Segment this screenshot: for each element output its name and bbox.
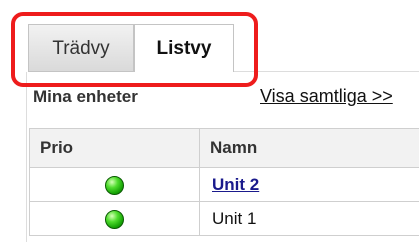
unit-link[interactable]: Unit 2	[212, 175, 259, 194]
name-cell: Unit 1	[199, 201, 419, 236]
prio-cell	[29, 201, 200, 236]
panel-top-border	[234, 71, 419, 72]
status-green-icon	[105, 209, 124, 229]
prio-cell	[29, 167, 200, 202]
section-title: Mina enheter	[33, 87, 138, 106]
column-header-prio[interactable]: Prio	[29, 128, 200, 168]
name-cell: Unit 2	[199, 167, 419, 202]
unit-name: Unit 1	[212, 208, 257, 228]
highlight-outline	[11, 12, 258, 87]
show-all-link[interactable]: Visa samtliga >>	[260, 86, 393, 107]
column-header-name[interactable]: Namn	[199, 128, 419, 168]
table-header-row: Prio Namn	[29, 128, 419, 168]
table-row: Unit 2	[29, 167, 419, 202]
status-green-icon	[105, 175, 124, 195]
panel-left-border	[26, 72, 27, 242]
units-table: Prio Namn Unit 2 Unit 1	[29, 128, 419, 236]
table-row: Unit 1	[29, 201, 419, 236]
